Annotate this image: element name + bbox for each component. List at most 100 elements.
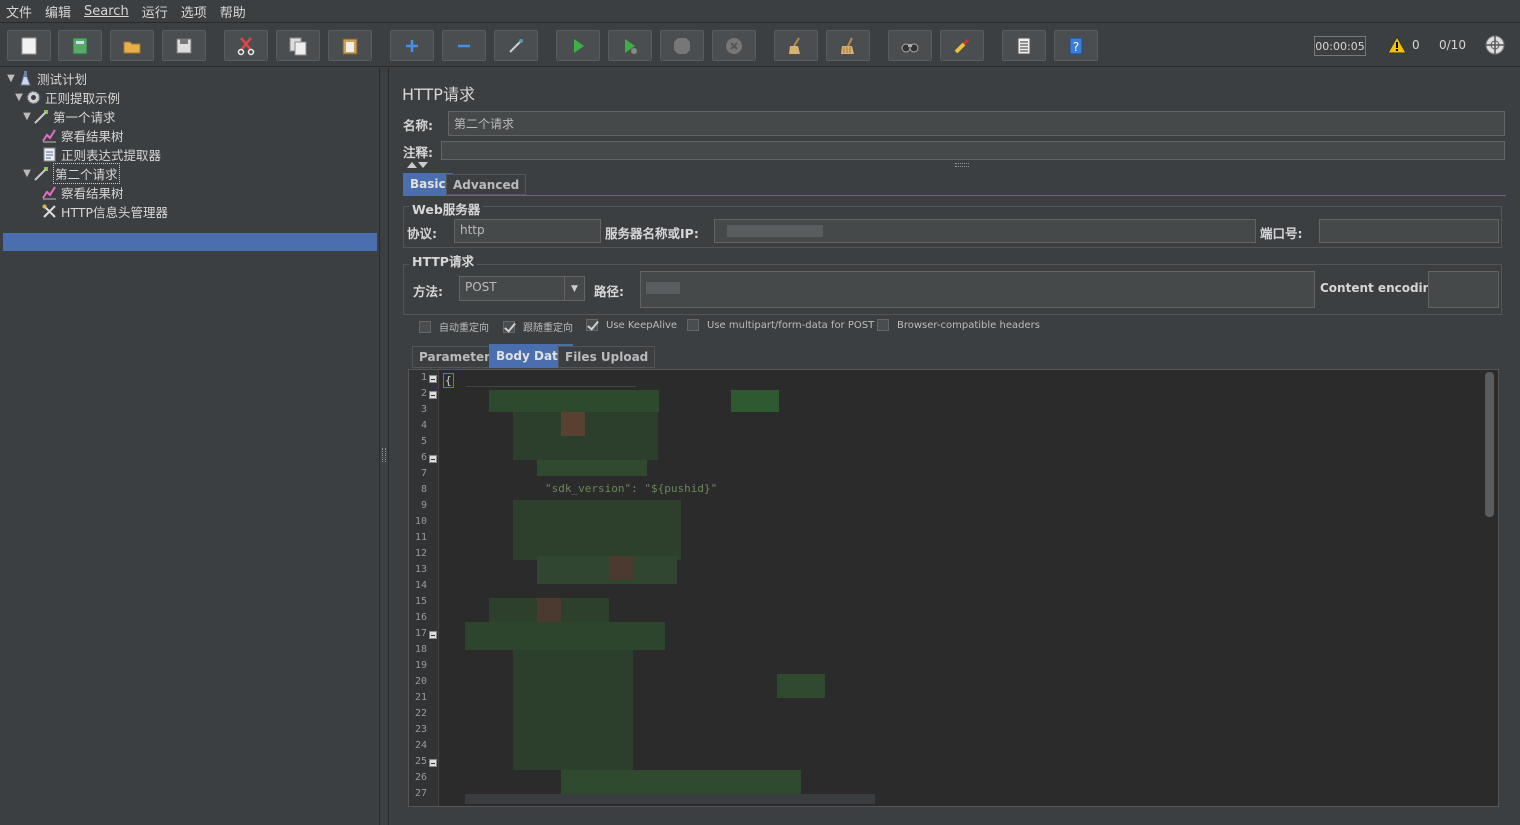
name-label: 名称: (403, 118, 433, 133)
line-number: 2 (420, 388, 427, 399)
tree-selection-highlight (3, 233, 377, 251)
checkbox-box[interactable] (687, 319, 699, 331)
editor-scrollbar[interactable] (1485, 372, 1494, 517)
expand-arrow-icon[interactable]: ▼ (5, 73, 17, 84)
copy-button[interactable] (276, 30, 320, 61)
tab-files-upload[interactable]: Files Upload (558, 346, 656, 368)
paste-icon (342, 38, 358, 54)
redacted-code-block (465, 794, 875, 804)
open-folder-icon (123, 41, 141, 53)
auto-redirect-checkbox[interactable]: 自动重定向 (419, 319, 489, 334)
plus-icon (406, 39, 418, 52)
fold-toggle-icon[interactable] (429, 759, 437, 767)
line-number: 25 (414, 756, 427, 767)
server-field[interactable] (714, 219, 1256, 243)
warning-indicator[interactable]: 0 (1387, 36, 1420, 54)
search-button[interactable] (888, 30, 932, 61)
tree-node-header-manager[interactable]: HTTP信息头管理器 (41, 202, 168, 220)
tree-node-second-request[interactable]: ▼ 第二个请求 (21, 162, 120, 184)
line-number: 21 (414, 692, 427, 703)
port-field[interactable] (1319, 219, 1499, 243)
checkbox-box[interactable] (586, 319, 598, 331)
menu-edit[interactable]: 编辑 (45, 2, 71, 21)
expand-arrow-icon[interactable]: ▼ (21, 168, 33, 179)
tab-advanced[interactable]: Advanced (446, 174, 527, 195)
sampler-icon (34, 109, 48, 124)
resize-handle-icon[interactable] (955, 163, 969, 167)
menu-file[interactable]: 文件 (6, 2, 32, 21)
fold-toggle-icon[interactable] (429, 455, 437, 463)
split-pane-divider[interactable] (380, 68, 388, 825)
protocol-field[interactable]: http (454, 219, 601, 243)
paste-button[interactable] (328, 30, 372, 61)
templates-button[interactable] (58, 30, 102, 61)
reset-search-button[interactable] (940, 30, 984, 61)
fold-toggle-icon[interactable] (429, 631, 437, 639)
content-encoding-field[interactable] (1428, 271, 1499, 308)
name-field[interactable]: 第二个请求 (448, 111, 1505, 136)
line-number: 27 (414, 788, 427, 799)
checkbox-box[interactable] (877, 319, 889, 331)
tree-node-first-request[interactable]: ▼ 第一个请求 (21, 107, 116, 125)
line-number: 15 (414, 596, 427, 607)
line-number: 1 (420, 372, 427, 383)
expand-arrow-icon[interactable]: ▼ (21, 111, 33, 122)
checkbox-box[interactable] (503, 320, 515, 333)
keepalive-checkbox[interactable]: Use KeepAlive (586, 319, 677, 331)
graph-icon (42, 128, 56, 142)
tree-node-test-plan[interactable]: ▼ 测试计划 (5, 69, 87, 87)
body-data-editor[interactable]: 1 2 3 4 5 6 7 8 9 10 11 12 13 14 15 16 17 18 19 20 21 22 23 24 2… (408, 369, 1499, 807)
checkbox-label: 跟随重定向 (523, 323, 573, 334)
line-number: 18 (414, 644, 427, 655)
line-number: 19 (414, 660, 427, 671)
function-helper-button[interactable] (1002, 30, 1046, 61)
chevron-down-icon[interactable]: ▼ (564, 277, 584, 300)
path-field[interactable] (640, 271, 1315, 308)
test-plan-tree: ▼ 测试计划 ▼ 正则提取示例 ▼ 第一个请求 察看结果树 正则表达式提取器 ▼… (0, 68, 380, 825)
fold-toggle-icon[interactable] (429, 375, 437, 383)
browser-headers-checkbox[interactable]: Browser-compatible headers (877, 319, 1040, 331)
shutdown-button[interactable] (712, 30, 756, 61)
minus-icon (458, 44, 470, 47)
new-button[interactable] (7, 30, 51, 61)
cursor-brace: { (443, 373, 454, 388)
tree-node-result-tree-2[interactable]: 察看结果树 (41, 183, 124, 201)
tree-node-label: 察看结果树 (61, 185, 124, 201)
fold-toggle-icon[interactable] (429, 391, 437, 399)
menu-run[interactable]: 运行 (142, 2, 168, 21)
stop-button[interactable] (660, 30, 704, 61)
checkbox-box[interactable] (419, 320, 431, 333)
follow-redirect-checkbox[interactable]: 跟随重定向 (503, 319, 573, 334)
line-number: 9 (420, 500, 427, 511)
menu-help[interactable]: 帮助 (220, 2, 246, 21)
method-select[interactable]: POST ▼ (459, 276, 585, 301)
menu-search[interactable]: Search (84, 4, 129, 19)
expand-button[interactable] (390, 30, 434, 61)
wand-icon (509, 38, 523, 53)
toggle-button[interactable] (494, 30, 538, 61)
collapse-arrows-icon[interactable] (405, 161, 429, 169)
open-button[interactable] (110, 30, 154, 61)
multipart-checkbox[interactable]: Use multipart/form-data for POST (687, 319, 874, 331)
menu-options[interactable]: 选项 (181, 2, 207, 21)
tree-node-regex-extractor[interactable]: 正则表达式提取器 (41, 145, 161, 163)
active-threads: 0/10 (1439, 38, 1466, 52)
tree-node-thread-group[interactable]: ▼ 正则提取示例 (13, 88, 120, 106)
new-file-icon (21, 37, 37, 54)
cut-button[interactable] (224, 30, 268, 61)
splitter-grip-icon[interactable] (382, 448, 386, 462)
save-button[interactable] (162, 30, 206, 61)
start-button[interactable] (556, 30, 600, 61)
start-no-pause-button[interactable] (608, 30, 652, 61)
comment-field[interactable] (441, 141, 1505, 160)
line-number: 5 (420, 436, 427, 447)
clear-button[interactable] (774, 30, 818, 61)
line-number: 24 (414, 740, 427, 751)
remote-icon[interactable] (1484, 34, 1506, 56)
tree-node-label: 测试计划 (37, 71, 88, 87)
tree-node-result-tree-1[interactable]: 察看结果树 (41, 126, 124, 144)
clear-all-button[interactable] (826, 30, 870, 61)
help-button[interactable]: ? (1054, 30, 1098, 61)
collapse-button[interactable] (442, 30, 486, 61)
expand-arrow-icon[interactable]: ▼ (13, 92, 25, 103)
